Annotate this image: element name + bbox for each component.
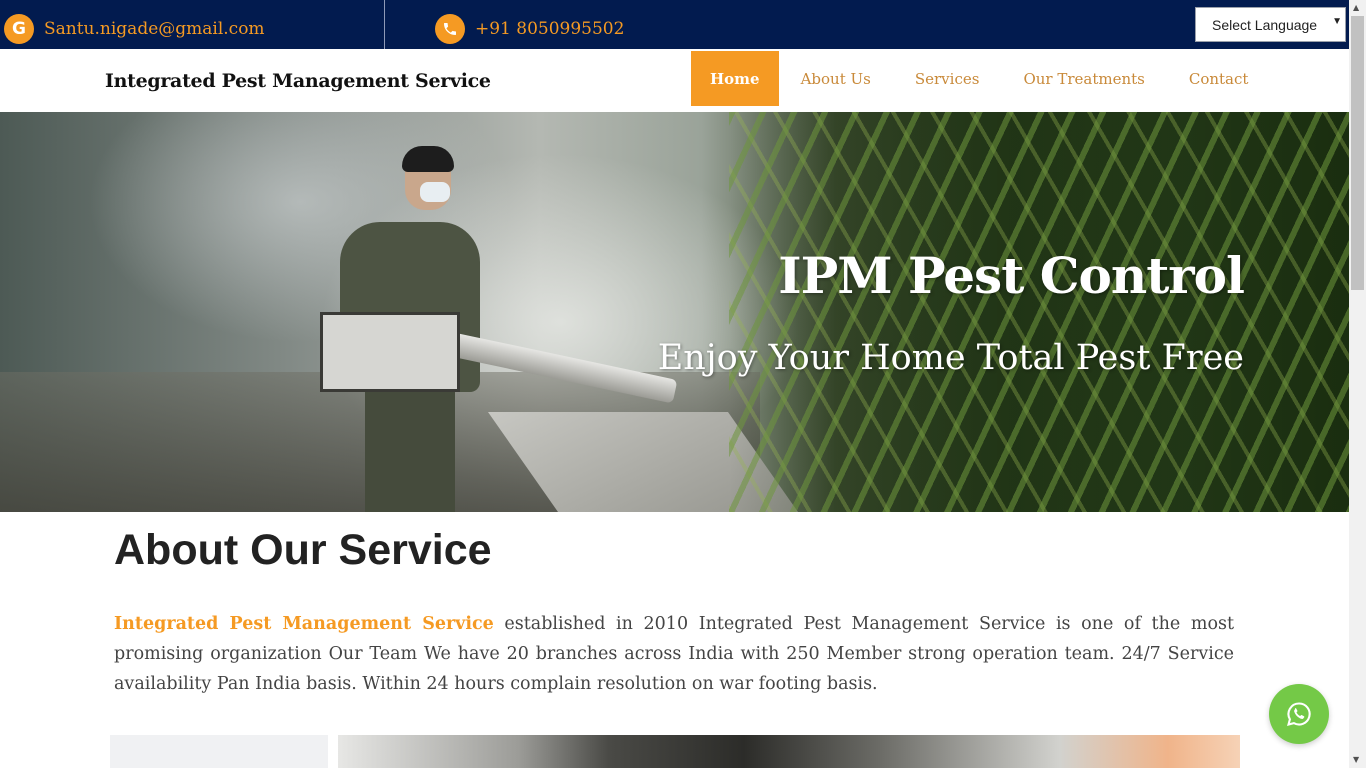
phone-contact[interactable]: +91 8050995502 bbox=[435, 14, 624, 44]
nav-our-treatments[interactable]: Our Treatments bbox=[1001, 51, 1166, 106]
gallery-image bbox=[338, 735, 1240, 768]
hero-subtitle: Enjoy Your Home Total Pest Free bbox=[657, 338, 1244, 378]
whatsapp-button[interactable] bbox=[1269, 684, 1329, 744]
about-heading: About Our Service bbox=[114, 526, 492, 574]
topbar-divider bbox=[384, 0, 385, 49]
phone-link[interactable]: +91 8050995502 bbox=[475, 19, 624, 39]
whatsapp-icon bbox=[1287, 702, 1311, 726]
nav-about-us[interactable]: About Us bbox=[779, 51, 893, 106]
language-select[interactable]: Select Language ▼ bbox=[1195, 7, 1346, 42]
nav-services[interactable]: Services bbox=[893, 51, 1002, 106]
language-select-label: Select Language bbox=[1212, 16, 1318, 33]
google-icon: G bbox=[4, 14, 34, 44]
nav-contact[interactable]: Contact bbox=[1167, 51, 1271, 106]
chevron-down-icon: ▼ bbox=[1332, 16, 1342, 27]
hero-foliage bbox=[729, 112, 1349, 512]
about-highlight: Integrated Pest Management Service bbox=[114, 614, 494, 634]
about-paragraph: Integrated Pest Management Service estab… bbox=[114, 609, 1234, 699]
phone-icon bbox=[435, 14, 465, 44]
gallery-thumbnail bbox=[110, 735, 328, 768]
page-scrollbar[interactable]: ▲ ▼ bbox=[1349, 0, 1366, 768]
hero-title: IPM Pest Control bbox=[778, 246, 1245, 305]
top-contact-bar: G Santu.nigade@gmail.com +91 8050995502 … bbox=[0, 0, 1349, 49]
hero-banner: IPM Pest Control Enjoy Your Home Total P… bbox=[0, 112, 1349, 512]
brand-title[interactable]: Integrated Pest Management Service bbox=[105, 70, 491, 92]
main-nav: Home About Us Services Our Treatments Co… bbox=[691, 51, 1270, 106]
hero-worker-image bbox=[310, 132, 678, 512]
nav-home[interactable]: Home bbox=[691, 51, 779, 106]
email-link[interactable]: Santu.nigade@gmail.com bbox=[44, 19, 265, 39]
scroll-up-icon[interactable]: ▲ bbox=[1353, 3, 1359, 12]
site-header: Integrated Pest Management Service Home … bbox=[0, 49, 1349, 112]
email-contact[interactable]: G Santu.nigade@gmail.com bbox=[4, 14, 265, 44]
scrollbar-thumb[interactable] bbox=[1351, 16, 1364, 290]
scroll-down-icon[interactable]: ▼ bbox=[1353, 755, 1359, 764]
